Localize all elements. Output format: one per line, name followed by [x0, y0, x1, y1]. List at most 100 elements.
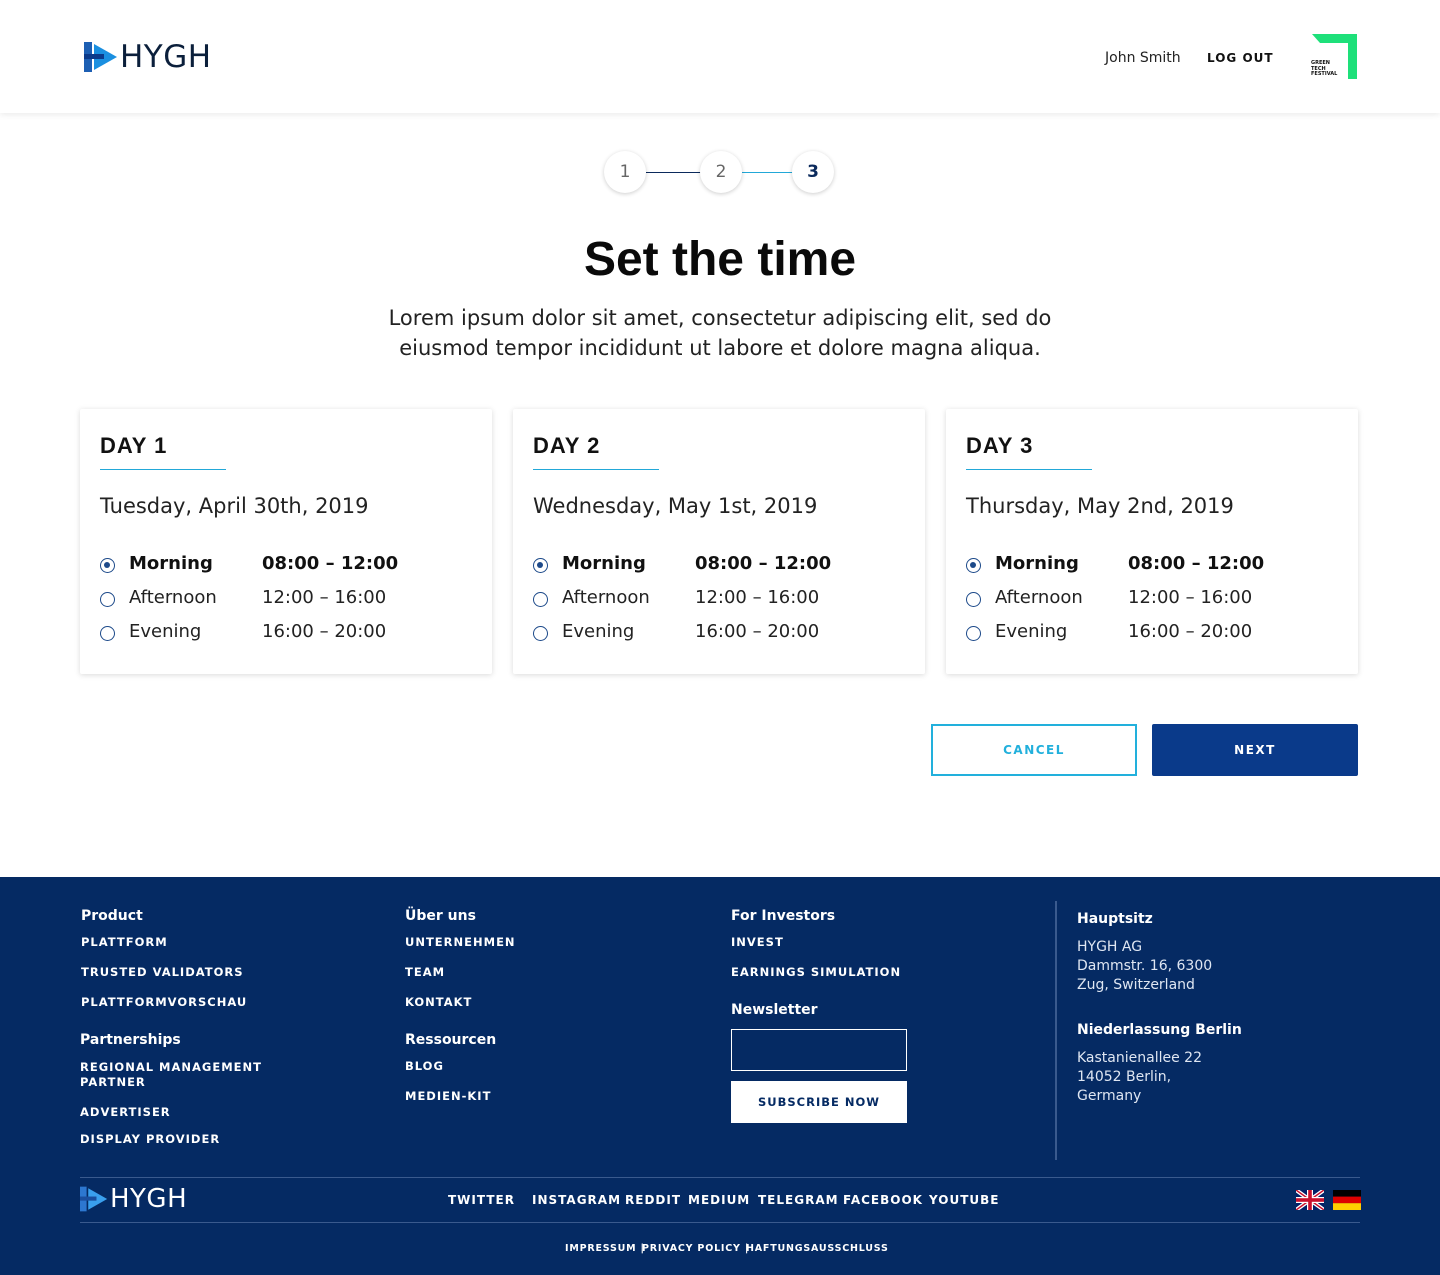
footer-link-invest[interactable]: INVEST: [731, 935, 784, 950]
logo-wordmark: HYGH: [120, 39, 212, 75]
radio-button[interactable]: [100, 592, 115, 607]
radio-button[interactable]: [100, 626, 115, 641]
berlin-address-line: Germany: [1077, 1088, 1142, 1104]
footer-link-team[interactable]: TEAM: [405, 965, 445, 980]
slot-time: 16:00 – 20:00: [262, 621, 387, 642]
social-link-youtube[interactable]: YOUTUBE: [929, 1193, 999, 1207]
subscribe-button[interactable]: SUBSCRIBE NOW: [731, 1081, 907, 1123]
slot-time: 08:00 – 12:00: [262, 553, 399, 574]
slot-evening[interactable]: Evening 16:00 – 20:00: [100, 621, 480, 647]
footer-link-medien-kit[interactable]: MEDIEN-KIT: [405, 1089, 491, 1104]
social-link-medium[interactable]: MEDIUM: [688, 1193, 750, 1207]
day-label: DAY 2: [533, 433, 601, 458]
footer-hygh-logo[interactable]: HYGH: [80, 1186, 187, 1212]
slot-time: 08:00 – 12:00: [1128, 553, 1265, 574]
newsletter-email-input[interactable]: [731, 1029, 907, 1071]
user-name: John Smith: [1105, 50, 1181, 66]
footer-link-trusted-validators[interactable]: TRUSTED VALIDATORS: [81, 965, 244, 980]
partner-logo-line: FESTIVAL: [1311, 71, 1338, 77]
social-link-instagram[interactable]: INSTAGRAM: [532, 1193, 621, 1207]
radio-button[interactable]: [533, 626, 548, 641]
top-header: HYGH John Smith LOG OUT GREEN TECH FESTI…: [0, 0, 1440, 113]
social-link-reddit[interactable]: REDDIT: [625, 1193, 681, 1207]
slot-name: Evening: [995, 621, 1068, 642]
day-card-2: DAY 2 Wednesday, May 1st, 2019 Morning 0…: [513, 409, 925, 674]
green-tech-festival-logo: GREEN TECH FESTIVAL: [1310, 33, 1358, 81]
legal-link-impressum[interactable]: IMPRESSUM |: [565, 1243, 645, 1254]
footer-link-unternehmen[interactable]: UNTERNEHMEN: [405, 935, 516, 950]
slot-afternoon[interactable]: Afternoon 12:00 – 16:00: [533, 587, 913, 613]
uk-flag-icon[interactable]: [1296, 1190, 1324, 1210]
footer-rule-bottom: [80, 1222, 1360, 1223]
legal-link-privacy-policy[interactable]: PRIVACY POLICY |: [642, 1243, 749, 1254]
footer-link-plattform[interactable]: PLATTFORM: [81, 935, 168, 950]
social-link-telegram[interactable]: TELEGRAM: [758, 1193, 839, 1207]
slot-time: 12:00 – 16:00: [1128, 587, 1253, 608]
slot-name: Morning: [995, 553, 1079, 574]
footer-link-advertiser[interactable]: ADVERTISER: [80, 1105, 171, 1120]
footer-heading-berlin: Niederlassung Berlin: [1077, 1022, 1242, 1038]
slot-name: Evening: [129, 621, 202, 642]
berlin-address-line: 14052 Berlin,: [1077, 1069, 1172, 1085]
footer-link-display-provider[interactable]: DISPLAY PROVIDER: [80, 1132, 220, 1147]
germany-flag-icon[interactable]: [1333, 1190, 1361, 1210]
day-label: DAY 1: [100, 433, 168, 458]
footer-logo-wordmark: HYGH: [110, 1184, 188, 1214]
slot-name: Morning: [129, 553, 213, 574]
slot-morning[interactable]: Morning 08:00 – 12:00: [966, 553, 1346, 579]
radio-button-selected[interactable]: [533, 558, 548, 573]
legal-link-haftungsausschluss[interactable]: HAFTUNGSAUSSCHLUSS: [746, 1243, 889, 1254]
footer-vertical-divider: [1055, 901, 1057, 1160]
berlin-address-line: Kastanienallee 22: [1077, 1050, 1202, 1066]
footer-link-regional-management-partner[interactable]: REGIONAL MANAGEMENT PARTNER: [80, 1060, 270, 1090]
day-underline: [100, 469, 226, 470]
footer-link-blog[interactable]: BLOG: [405, 1059, 444, 1074]
footer-heading-investors: For Investors: [731, 908, 836, 924]
slot-evening[interactable]: Evening 16:00 – 20:00: [533, 621, 913, 647]
logout-link[interactable]: LOG OUT: [1207, 51, 1274, 65]
step-1[interactable]: 1: [604, 151, 646, 193]
day-date: Wednesday, May 1st, 2019: [533, 494, 818, 518]
slot-time: 08:00 – 12:00: [695, 553, 832, 574]
slot-evening[interactable]: Evening 16:00 – 20:00: [966, 621, 1346, 647]
hq-address-line: HYGH AG: [1077, 939, 1143, 955]
step-3[interactable]: 3: [792, 151, 834, 193]
progress-stepper: 1 2 3: [604, 151, 836, 195]
slot-morning[interactable]: Morning 08:00 – 12:00: [533, 553, 913, 579]
radio-button-selected[interactable]: [100, 558, 115, 573]
footer-rule-top: [80, 1177, 1360, 1178]
footer-heading-resources: Ressourcen: [405, 1032, 497, 1048]
footer-heading-about: Über uns: [405, 908, 476, 924]
footer-link-plattformvorschau[interactable]: PLATTFORMVORSCHAU: [81, 995, 247, 1010]
day-card-1: DAY 1 Tuesday, April 30th, 2019 Morning …: [80, 409, 492, 674]
slot-name: Morning: [562, 553, 646, 574]
slot-time: 16:00 – 20:00: [1128, 621, 1253, 642]
slot-afternoon[interactable]: Afternoon 12:00 – 16:00: [966, 587, 1346, 613]
step-connector: [742, 172, 794, 173]
slot-name: Afternoon: [129, 587, 217, 608]
slot-afternoon[interactable]: Afternoon 12:00 – 16:00: [100, 587, 480, 613]
partner-logo-text: GREEN TECH FESTIVAL: [1311, 60, 1338, 78]
slot-time: 12:00 – 16:00: [695, 587, 820, 608]
radio-button-selected[interactable]: [966, 558, 981, 573]
radio-button[interactable]: [533, 592, 548, 607]
social-link-facebook[interactable]: FACEBOOK: [843, 1193, 923, 1207]
hygh-logo[interactable]: HYGH: [84, 39, 212, 75]
footer-link-earnings-simulation[interactable]: EARNINGS SIMULATION: [731, 965, 901, 980]
page-subtitle: Lorem ipsum dolor sit amet, consectetur …: [388, 306, 1052, 360]
radio-button[interactable]: [966, 592, 981, 607]
slot-time: 16:00 – 20:00: [695, 621, 820, 642]
day-label: DAY 3: [966, 433, 1034, 458]
step-2[interactable]: 2: [700, 151, 742, 193]
footer-heading-newsletter: Newsletter: [731, 1002, 818, 1018]
footer-heading-product: Product: [81, 908, 143, 924]
radio-button[interactable]: [966, 626, 981, 641]
day-date: Thursday, May 2nd, 2019: [966, 494, 1234, 518]
social-link-twitter[interactable]: TWITTER: [448, 1193, 515, 1207]
next-button[interactable]: NEXT: [1152, 724, 1358, 776]
slot-time: 12:00 – 16:00: [262, 587, 387, 608]
slot-morning[interactable]: Morning 08:00 – 12:00: [100, 553, 480, 579]
hq-address-line: Zug, Switzerland: [1077, 977, 1195, 993]
cancel-button[interactable]: CANCEL: [931, 724, 1137, 776]
footer-link-kontakt[interactable]: KONTAKT: [405, 995, 472, 1010]
